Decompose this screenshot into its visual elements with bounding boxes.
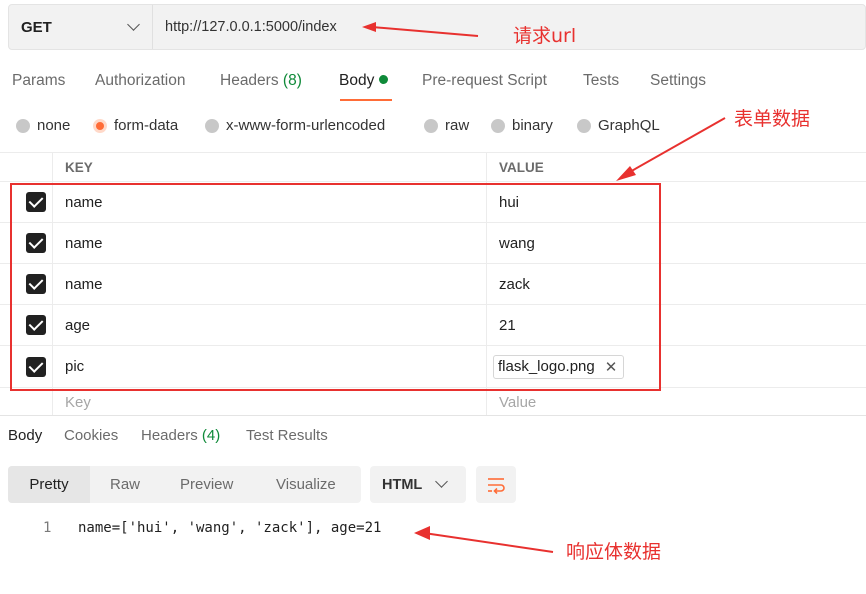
form-annotation-arrow-line [627,117,726,174]
response-annotation-arrow-line [423,532,554,553]
url-annotation: 请求url [513,25,577,47]
form-annotation: 表单数据 [734,108,811,130]
response-annotation: 响应体数据 [566,541,662,563]
url-annotation-arrow-line [371,26,479,37]
annotation-arrows [362,22,726,553]
form-annotation-arrow [616,166,636,181]
